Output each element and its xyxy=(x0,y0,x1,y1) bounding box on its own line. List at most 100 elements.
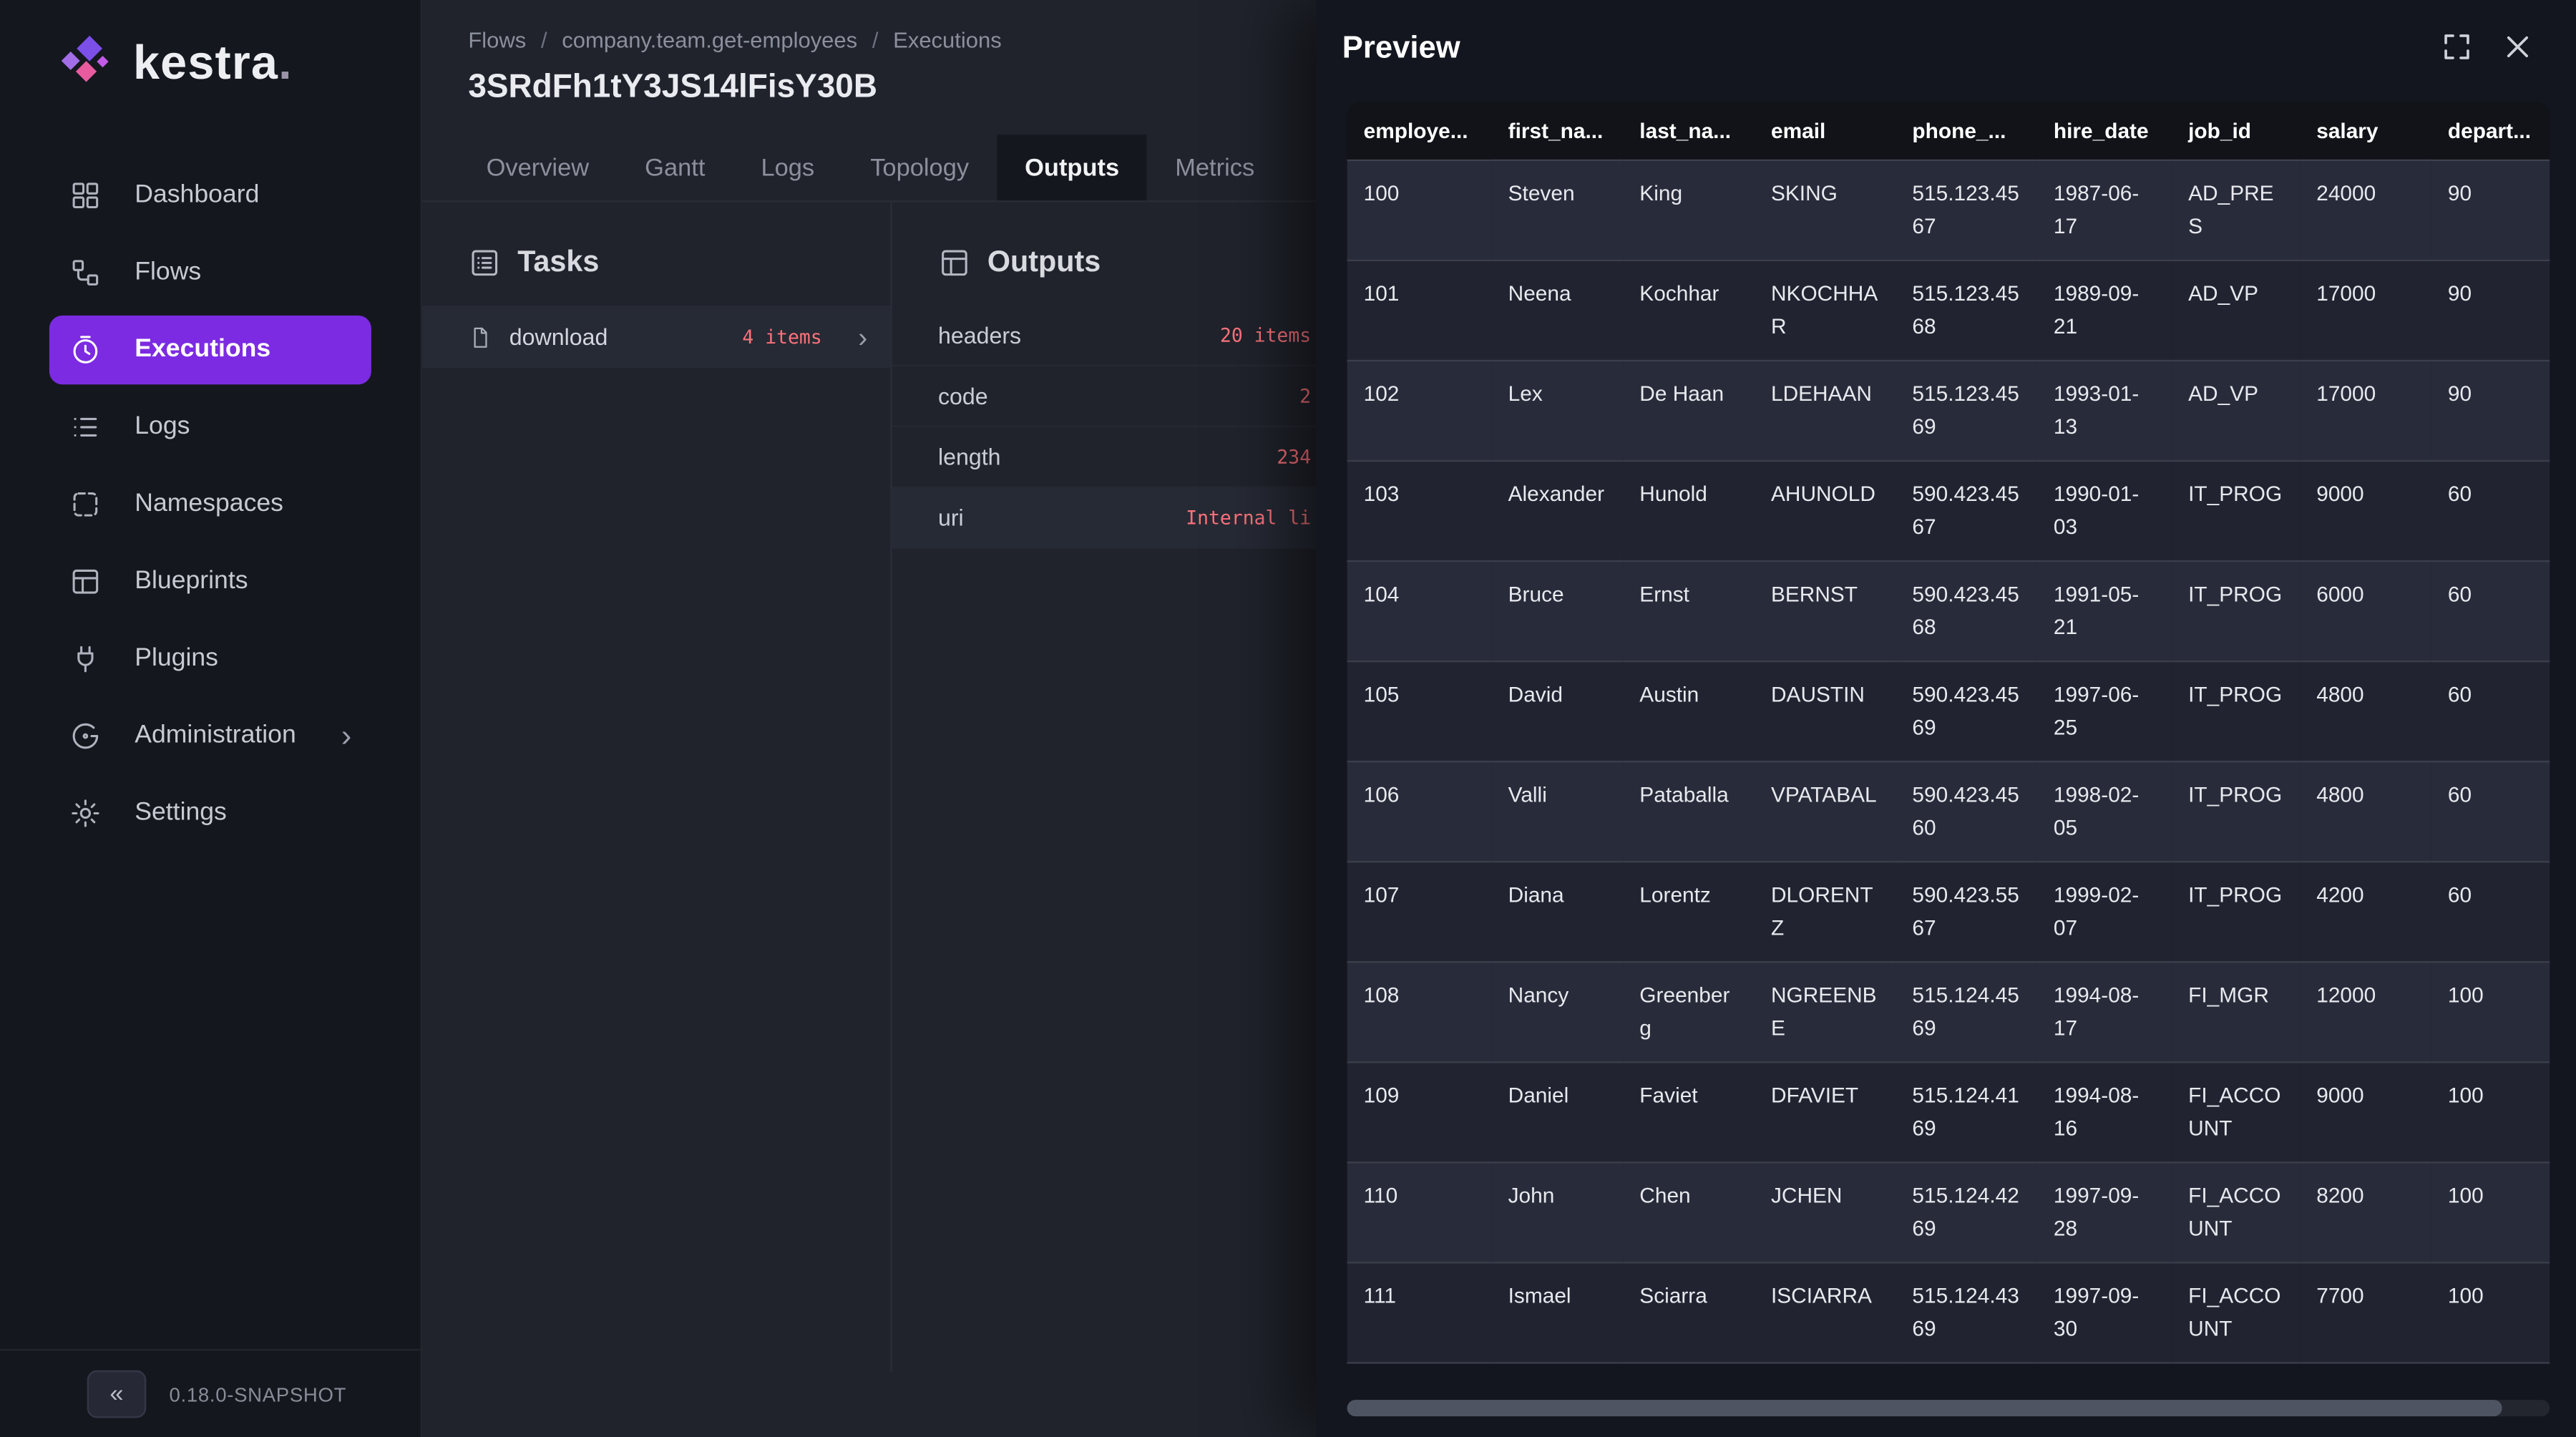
tab-gantt[interactable]: Gantt xyxy=(617,135,733,200)
dashboard-icon xyxy=(69,179,102,212)
table-cell: 106 xyxy=(1347,761,1492,861)
column-header-4: phone_... xyxy=(1896,102,2036,161)
table-cell: 515.123.4567 xyxy=(1896,161,2036,260)
output-row-uri[interactable]: uriInternal li xyxy=(892,488,1327,549)
sidebar-item-logs[interactable]: Logs xyxy=(49,393,371,462)
sidebar-item-namespaces[interactable]: Namespaces xyxy=(49,470,371,539)
app-window: kestra. Dashboard Flows Executions Logs Name… xyxy=(0,0,2576,1437)
table-cell: 1994-08-17 xyxy=(2037,961,2172,1061)
close-button[interactable] xyxy=(2502,31,2534,68)
chevron-right-icon: › xyxy=(858,323,867,351)
executions-icon xyxy=(69,333,102,366)
table-cell: 7700 xyxy=(2300,1262,2431,1363)
column-header-1: first_na... xyxy=(1492,102,1624,161)
table-cell: Faviet xyxy=(1623,1061,1755,1161)
sidebar-item-blueprints[interactable]: Blueprints xyxy=(49,547,371,616)
table-cell: 100 xyxy=(2431,1161,2550,1262)
preview-drawer-header: Preview xyxy=(1316,0,2576,99)
column-header-7: salary xyxy=(2300,102,2431,161)
tab-overview[interactable]: Overview xyxy=(459,135,618,200)
tab-topology[interactable]: Topology xyxy=(842,135,997,200)
table-cell: 515.124.4169 xyxy=(1896,1061,2036,1161)
horizontal-scrollbar[interactable] xyxy=(1347,1400,2550,1416)
table-cell: 102 xyxy=(1347,360,1492,460)
breadcrumb-item[interactable]: Flows xyxy=(468,27,526,52)
table-cell: 111 xyxy=(1347,1262,1492,1363)
scrollbar-thumb[interactable] xyxy=(1347,1400,2502,1416)
sidebar-item-settings[interactable]: Settings xyxy=(49,779,371,847)
table-cell: 60 xyxy=(2431,560,2550,661)
table-cell: 590.423.4569 xyxy=(1896,661,2036,761)
table-cell: 60 xyxy=(2431,861,2550,961)
sidebar-item-dashboard[interactable]: Dashboard xyxy=(49,161,371,230)
sidebar-item-administration[interactable]: Administration › xyxy=(49,701,371,770)
breadcrumb-item[interactable]: company.team.get-employees xyxy=(562,27,857,52)
output-row-code[interactable]: code2 xyxy=(892,366,1327,427)
table-header-row: employe...first_na...last_na...emailphon… xyxy=(1347,102,2550,161)
table-cell: De Haan xyxy=(1623,360,1755,460)
table-cell: 1990-01-03 xyxy=(2037,460,2172,560)
fullscreen-button[interactable] xyxy=(2441,31,2473,68)
sidebar-item-plugins[interactable]: Plugins xyxy=(49,624,371,693)
table-cell: Daniel xyxy=(1492,1061,1624,1161)
table-cell: David xyxy=(1492,661,1624,761)
table-cell: 590.423.5567 xyxy=(1896,861,2036,961)
table-cell: 515.124.4369 xyxy=(1896,1262,2036,1363)
sidebar-item-label: Administration xyxy=(135,721,296,751)
table-cell: 17000 xyxy=(2300,260,2431,360)
table-cell: 515.123.4568 xyxy=(1896,260,2036,360)
collapse-sidebar-button[interactable]: « xyxy=(87,1370,147,1418)
flows-icon xyxy=(69,256,102,289)
table-cell: FI_MGR xyxy=(2172,961,2300,1061)
table-cell: Steven xyxy=(1492,161,1624,260)
table-cell: 100 xyxy=(2431,1262,2550,1363)
table-row: 103AlexanderHunoldAHUNOLD590.423.4567199… xyxy=(1347,460,2550,560)
table-cell: 1999-02-07 xyxy=(2037,861,2172,961)
logs-icon xyxy=(69,411,102,444)
table-cell: Hunold xyxy=(1623,460,1755,560)
output-value: 20 items xyxy=(1220,323,1311,346)
table-cell: 60 xyxy=(2431,661,2550,761)
sidebar: kestra. Dashboard Flows Executions Logs Name… xyxy=(0,0,422,1437)
output-key: headers xyxy=(938,322,1021,349)
sidebar-item-executions[interactable]: Executions xyxy=(49,316,371,384)
table-row: 101NeenaKochharNKOCHHAR515.123.45681989-… xyxy=(1347,260,2550,360)
table-cell: 109 xyxy=(1347,1061,1492,1161)
app-logo[interactable]: kestra. xyxy=(0,0,421,118)
table-cell: Neena xyxy=(1492,260,1624,360)
outputs-panel-header: Outputs xyxy=(892,202,1327,306)
table-cell: Chen xyxy=(1623,1161,1755,1262)
table-cell: 1993-01-13 xyxy=(2037,360,2172,460)
tab-logs[interactable]: Logs xyxy=(733,135,842,200)
sidebar-item-label: Logs xyxy=(135,412,190,442)
table-cell: 105 xyxy=(1347,661,1492,761)
tab-outputs[interactable]: Outputs xyxy=(997,135,1147,200)
file-icon xyxy=(468,324,492,349)
table-cell: Lorentz xyxy=(1623,861,1755,961)
table-cell: ISCIARRA xyxy=(1755,1262,1896,1363)
list-box-icon xyxy=(468,245,501,278)
tab-metrics[interactable]: Metrics xyxy=(1147,135,1282,200)
chevron-right-icon: › xyxy=(341,721,352,752)
sidebar-item-label: Blueprints xyxy=(135,567,248,596)
table-cell: 1998-02-05 xyxy=(2037,761,2172,861)
table-cell: 100 xyxy=(1347,161,1492,260)
output-row-headers[interactable]: headers 20 items xyxy=(892,306,1327,366)
table-cell: Kochhar xyxy=(1623,260,1755,360)
table-cell: 60 xyxy=(2431,761,2550,861)
table-cell: SKING xyxy=(1755,161,1896,260)
task-row-download[interactable]: download4 items› xyxy=(422,306,890,368)
table-cell: 60 xyxy=(2431,460,2550,560)
table-cell: Ernst xyxy=(1623,560,1755,661)
table-cell: FI_ACCOUNT xyxy=(2172,1161,2300,1262)
output-row-length[interactable]: length234 xyxy=(892,427,1327,488)
close-icon xyxy=(2502,31,2534,63)
table-row: 106ValliPataballaVPATABAL590.423.4560199… xyxy=(1347,761,2550,861)
table-icon xyxy=(938,245,971,278)
table-cell: 1991-05-21 xyxy=(2037,560,2172,661)
table-cell: 101 xyxy=(1347,260,1492,360)
table-cell: 4200 xyxy=(2300,861,2431,961)
table-cell: Alexander xyxy=(1492,460,1624,560)
sidebar-item-flows[interactable]: Flows xyxy=(49,238,371,307)
table-cell: AHUNOLD xyxy=(1755,460,1896,560)
